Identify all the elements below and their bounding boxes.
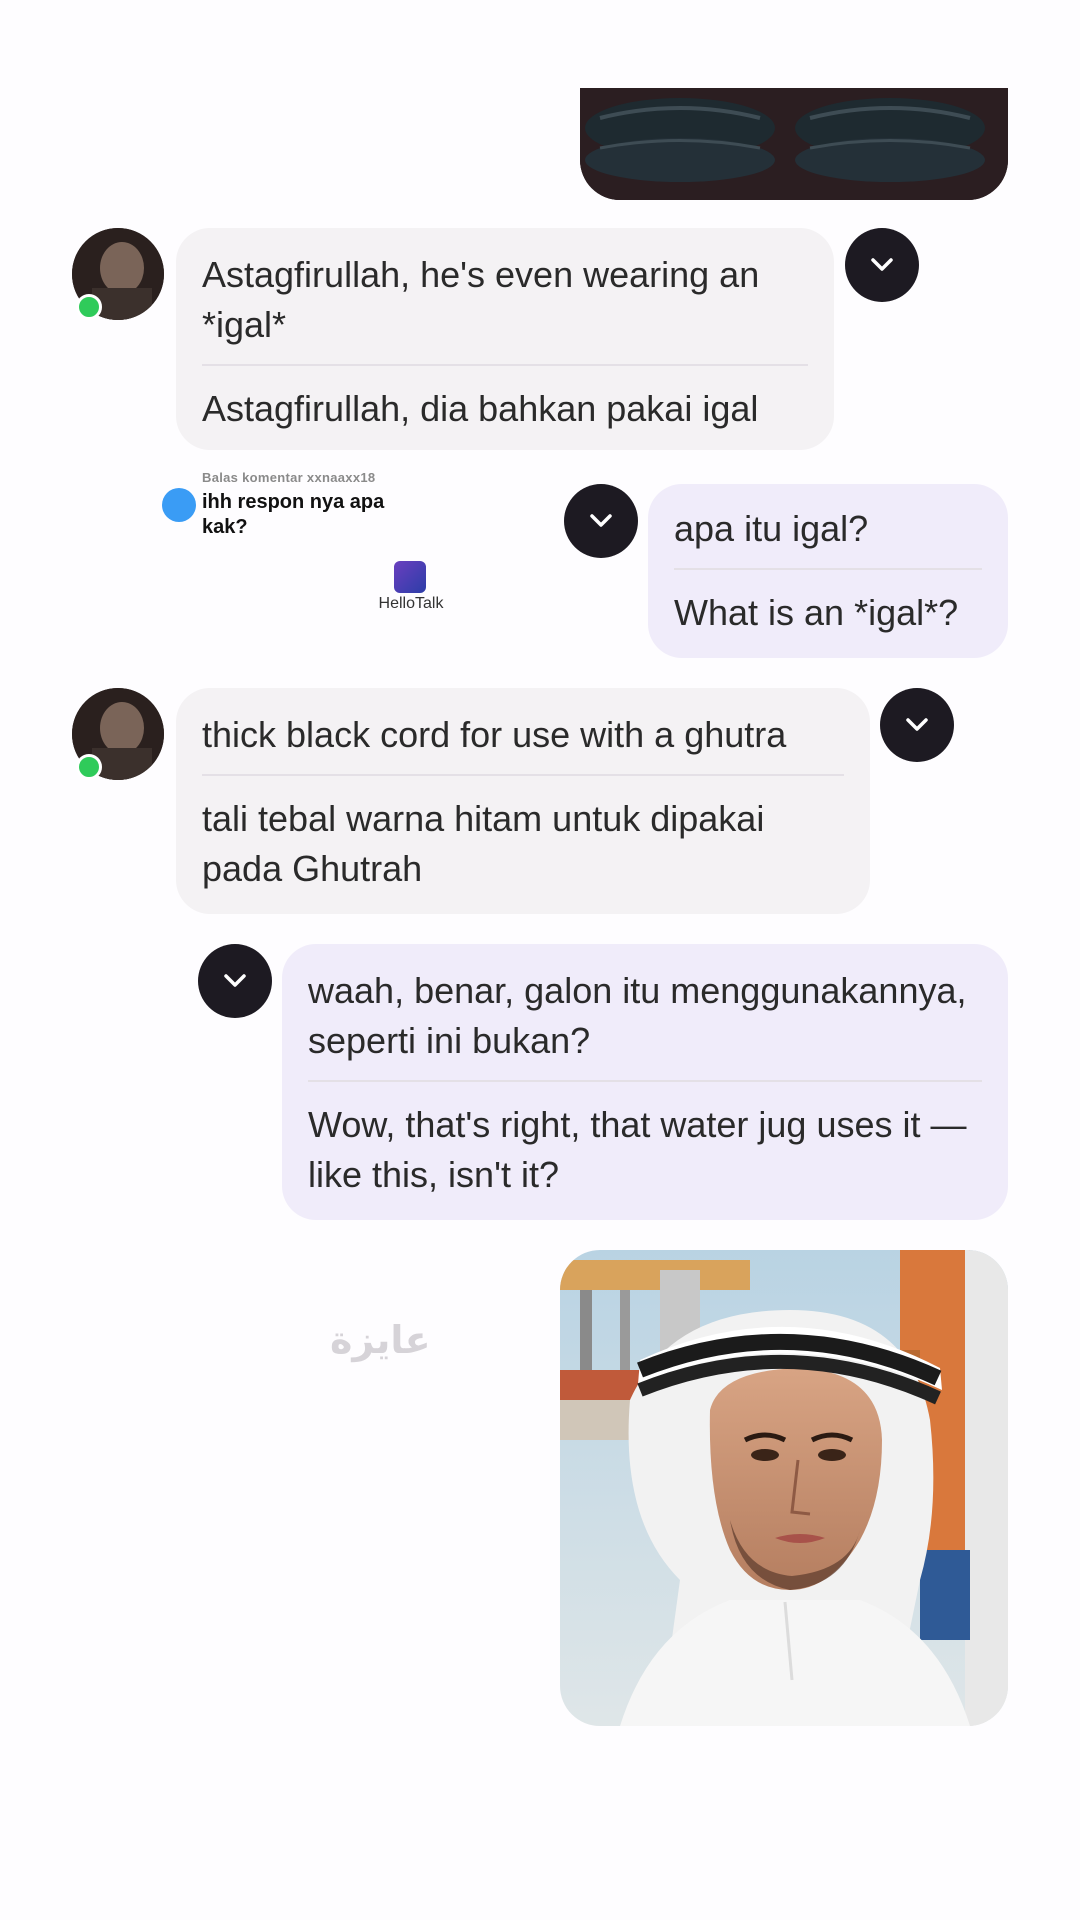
hellotalk-logo-icon: [394, 561, 426, 593]
message-original-text: Astagfirullah, he's even wearing an *iga…: [202, 254, 760, 345]
shared-photo[interactable]: [560, 1250, 1008, 1726]
shared-image-top[interactable]: [580, 88, 1008, 200]
message-bubble-outgoing[interactable]: waah, benar, galon itu menggunakannya, s…: [282, 944, 1008, 1220]
message-bubble-incoming[interactable]: thick black cord for use with a ghutra t…: [176, 688, 870, 914]
chevron-down-icon: [224, 974, 246, 987]
message-translation-text: tali tebal warna hitam untuk dipakai pad…: [202, 798, 765, 889]
online-status-icon: [76, 294, 102, 320]
message-original-text: apa itu igal?: [674, 508, 869, 549]
watermark-text: عايزة: [330, 1318, 431, 1362]
message-translation-text: What is an *igal*?: [674, 592, 959, 633]
message-options-button[interactable]: [198, 944, 272, 1018]
chevron-down-icon: [906, 718, 928, 731]
message-bubble-incoming[interactable]: Astagfirullah, he's even wearing an *iga…: [176, 228, 834, 450]
message-options-button[interactable]: [845, 228, 919, 302]
message-options-button[interactable]: [880, 688, 954, 762]
translation-divider: [674, 568, 982, 570]
shared-photo-graphic: [560, 1250, 1008, 1726]
online-status-icon: [76, 754, 102, 780]
message-translation-text: Astagfirullah, dia bahkan pakai igal: [202, 388, 759, 429]
message-translation-text: Wow, that's right, that water jug uses i…: [308, 1104, 967, 1195]
message-bubble-outgoing[interactable]: apa itu igal? What is an *igal*?: [648, 484, 1008, 658]
chat-screen: Astagfirullah, he's even wearing an *iga…: [0, 0, 1080, 1920]
message-options-button[interactable]: [564, 484, 638, 558]
reply-comment-label: Balas komentar xxnaaxx18: [202, 470, 376, 485]
hellotalk-label: HelloTalk: [378, 595, 444, 612]
reply-comment-text: ihh respon nya apa kak?: [202, 491, 385, 538]
chevron-down-icon: [590, 514, 612, 527]
reply-avatar-icon: [162, 488, 196, 522]
chevron-down-icon: [871, 258, 893, 271]
translation-divider: [202, 364, 808, 366]
message-original-text: thick black cord for use with a ghutra: [202, 714, 787, 755]
shared-image-top-graphic: [580, 88, 1008, 200]
translation-divider: [308, 1080, 982, 1082]
translation-divider: [202, 774, 844, 776]
message-original-text: waah, benar, galon itu menggunakannya, s…: [308, 970, 967, 1061]
